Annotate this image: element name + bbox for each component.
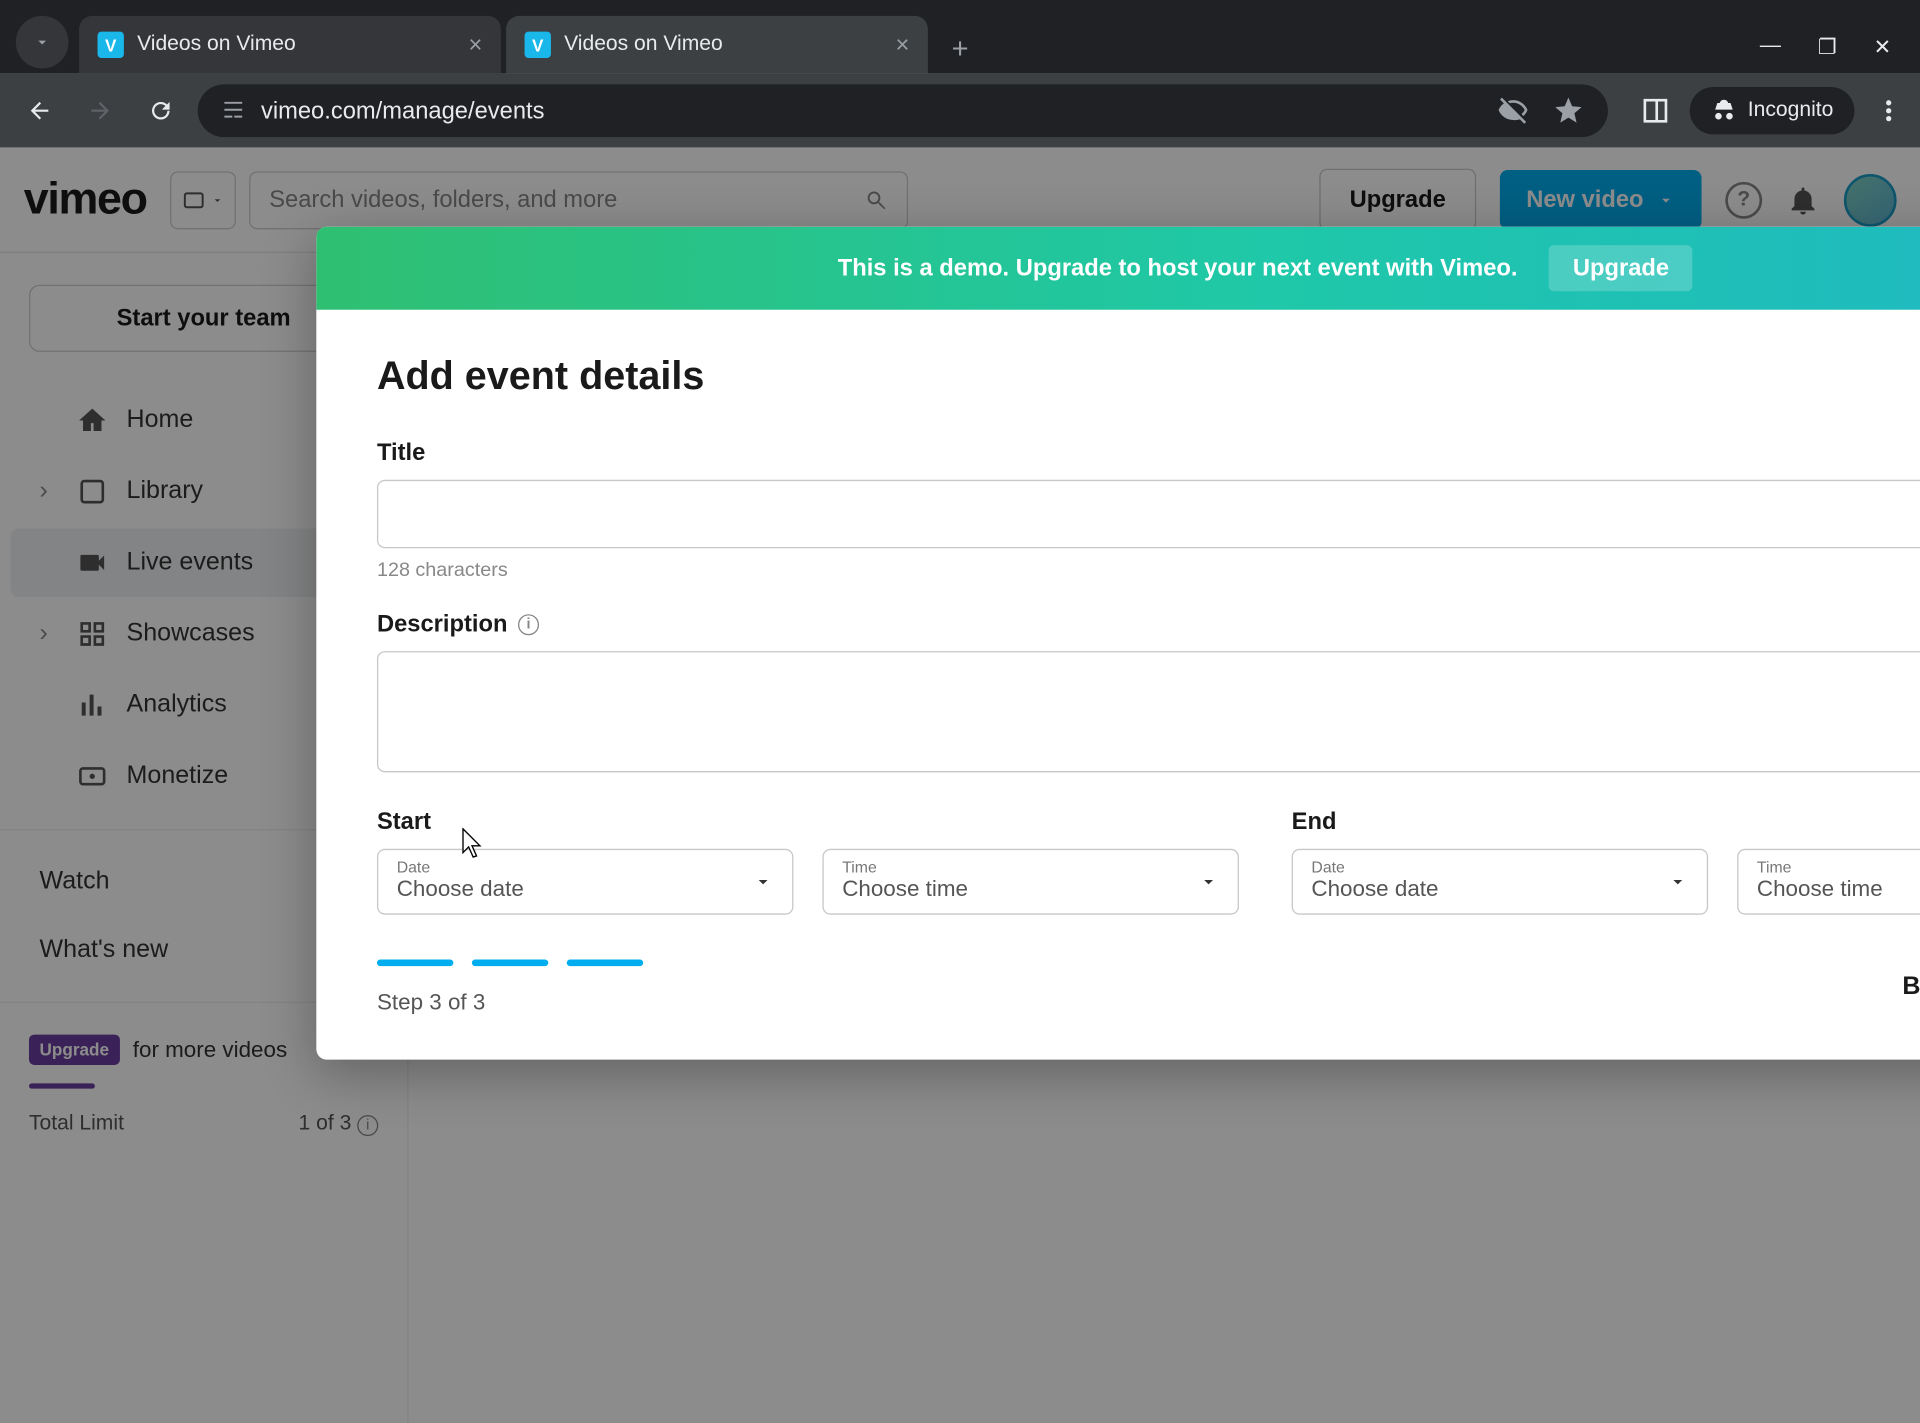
- reload-button[interactable]: [137, 87, 184, 134]
- back-button[interactable]: Back: [1902, 973, 1920, 1002]
- end-time-select[interactable]: Time Choose time: [1737, 849, 1920, 915]
- incognito-label: Incognito: [1748, 99, 1834, 123]
- tab-title: Videos on Vimeo: [564, 33, 723, 57]
- maximize-icon[interactable]: ❐: [1818, 34, 1837, 60]
- browser-tab[interactable]: V Videos on Vimeo ×: [506, 16, 928, 74]
- modal-title: Add event details: [377, 355, 1920, 400]
- minimize-icon[interactable]: —: [1760, 34, 1781, 60]
- close-window-icon[interactable]: ✕: [1874, 34, 1892, 60]
- address-bar[interactable]: vimeo.com/manage/events: [198, 84, 1608, 137]
- site-settings-icon[interactable]: [221, 99, 245, 123]
- step-text: Step 3 of 3: [377, 989, 643, 1015]
- vimeo-favicon: V: [98, 32, 124, 58]
- new-tab-button[interactable]: +: [933, 32, 987, 66]
- cursor-icon: [461, 828, 485, 860]
- sidepanel-icon[interactable]: [1640, 95, 1672, 127]
- incognito-icon: [1711, 98, 1737, 124]
- start-label: Start: [377, 808, 1239, 836]
- browser-toolbar: vimeo.com/manage/events Incognito: [0, 74, 1920, 148]
- browser-tab[interactable]: V Videos on Vimeo ×: [79, 16, 501, 74]
- url-text: vimeo.com/manage/events: [261, 97, 545, 125]
- select-mini-label: Time: [1757, 858, 1920, 876]
- incognito-badge[interactable]: Incognito: [1690, 87, 1855, 134]
- step-indicator: [377, 959, 643, 966]
- description-label: Description i: [377, 610, 1920, 638]
- tab-search-button[interactable]: [16, 16, 69, 69]
- chevron-down-icon: [753, 871, 774, 892]
- close-icon[interactable]: ×: [896, 31, 910, 59]
- select-mini-label: Date: [1311, 858, 1688, 876]
- tab-title: Videos on Vimeo: [137, 33, 296, 57]
- end-date-select[interactable]: Date Choose date: [1292, 849, 1708, 915]
- vimeo-favicon: V: [525, 32, 551, 58]
- eye-off-icon[interactable]: [1497, 95, 1529, 127]
- select-mini-label: Time: [842, 858, 1219, 876]
- chevron-down-icon: [1667, 871, 1688, 892]
- select-value: Choose date: [1311, 876, 1688, 902]
- star-icon[interactable]: [1553, 95, 1585, 127]
- title-input[interactable]: [377, 480, 1920, 549]
- select-mini-label: Date: [397, 858, 774, 876]
- description-input[interactable]: [377, 651, 1920, 772]
- select-value: Choose date: [397, 876, 774, 902]
- event-modal: This is a demo. Upgrade to host your nex…: [316, 227, 1920, 1060]
- title-label: Title: [377, 439, 1920, 467]
- close-icon[interactable]: ×: [469, 31, 483, 59]
- banner-text: This is a demo. Upgrade to host your nex…: [838, 254, 1518, 282]
- back-button[interactable]: [16, 87, 63, 134]
- banner-upgrade-button[interactable]: Upgrade: [1549, 245, 1693, 291]
- demo-banner: This is a demo. Upgrade to host your nex…: [316, 227, 1920, 310]
- start-time-select[interactable]: Time Choose time: [822, 849, 1238, 915]
- page: vimeo Search videos, folders, and more U…: [0, 148, 1920, 1423]
- browser-titlebar: V Videos on Vimeo × V Videos on Vimeo × …: [0, 0, 1920, 74]
- kebab-menu-icon[interactable]: [1873, 95, 1905, 127]
- select-value: Choose time: [1757, 876, 1920, 902]
- start-date-select[interactable]: Date Choose date: [377, 849, 793, 915]
- title-helper: 128 characters: [377, 559, 1920, 581]
- modal-footer: Step 3 of 3 Back Create: [316, 941, 1920, 1060]
- select-value: Choose time: [842, 876, 1219, 902]
- chevron-down-icon: [1198, 871, 1219, 892]
- info-icon[interactable]: i: [518, 614, 539, 635]
- forward-button[interactable]: [76, 87, 123, 134]
- end-label: End: [1292, 808, 1920, 836]
